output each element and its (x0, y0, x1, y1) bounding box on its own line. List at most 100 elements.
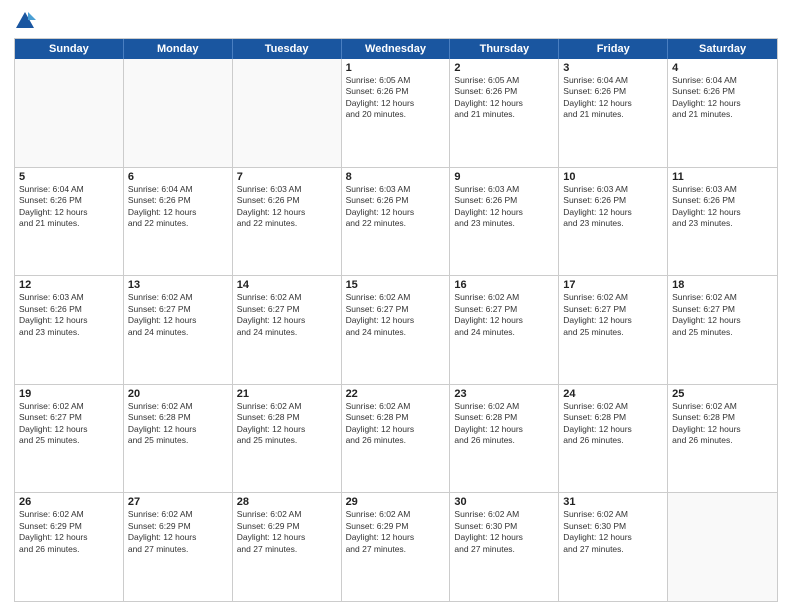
calendar-cell: 29Sunrise: 6:02 AM Sunset: 6:29 PM Dayli… (342, 493, 451, 601)
day-info: Sunrise: 6:02 AM Sunset: 6:27 PM Dayligh… (672, 292, 773, 338)
day-number: 5 (19, 171, 119, 183)
day-number: 1 (346, 62, 446, 74)
calendar-cell: 10Sunrise: 6:03 AM Sunset: 6:26 PM Dayli… (559, 168, 668, 276)
calendar-cell (15, 59, 124, 167)
calendar-cell: 6Sunrise: 6:04 AM Sunset: 6:26 PM Daylig… (124, 168, 233, 276)
day-number: 15 (346, 279, 446, 291)
calendar-cell: 7Sunrise: 6:03 AM Sunset: 6:26 PM Daylig… (233, 168, 342, 276)
calendar-cell: 12Sunrise: 6:03 AM Sunset: 6:26 PM Dayli… (15, 276, 124, 384)
weekday-header: Monday (124, 39, 233, 59)
day-number: 8 (346, 171, 446, 183)
day-info: Sunrise: 6:05 AM Sunset: 6:26 PM Dayligh… (454, 75, 554, 121)
calendar-cell: 14Sunrise: 6:02 AM Sunset: 6:27 PM Dayli… (233, 276, 342, 384)
calendar-cell: 15Sunrise: 6:02 AM Sunset: 6:27 PM Dayli… (342, 276, 451, 384)
day-number: 28 (237, 496, 337, 508)
day-number: 29 (346, 496, 446, 508)
day-info: Sunrise: 6:02 AM Sunset: 6:27 PM Dayligh… (237, 292, 337, 338)
day-number: 27 (128, 496, 228, 508)
calendar-cell: 30Sunrise: 6:02 AM Sunset: 6:30 PM Dayli… (450, 493, 559, 601)
day-number: 11 (672, 171, 773, 183)
weekday-header: Friday (559, 39, 668, 59)
calendar-row: 12Sunrise: 6:03 AM Sunset: 6:26 PM Dayli… (15, 276, 777, 385)
day-info: Sunrise: 6:02 AM Sunset: 6:29 PM Dayligh… (128, 509, 228, 555)
day-number: 22 (346, 388, 446, 400)
day-info: Sunrise: 6:02 AM Sunset: 6:28 PM Dayligh… (454, 401, 554, 447)
day-number: 30 (454, 496, 554, 508)
day-info: Sunrise: 6:02 AM Sunset: 6:29 PM Dayligh… (237, 509, 337, 555)
day-info: Sunrise: 6:02 AM Sunset: 6:27 PM Dayligh… (19, 401, 119, 447)
day-number: 24 (563, 388, 663, 400)
calendar-cell: 28Sunrise: 6:02 AM Sunset: 6:29 PM Dayli… (233, 493, 342, 601)
calendar-cell: 18Sunrise: 6:02 AM Sunset: 6:27 PM Dayli… (668, 276, 777, 384)
day-number: 4 (672, 62, 773, 74)
day-info: Sunrise: 6:03 AM Sunset: 6:26 PM Dayligh… (237, 184, 337, 230)
day-number: 25 (672, 388, 773, 400)
calendar-cell: 3Sunrise: 6:04 AM Sunset: 6:26 PM Daylig… (559, 59, 668, 167)
day-number: 13 (128, 279, 228, 291)
calendar-cell: 26Sunrise: 6:02 AM Sunset: 6:29 PM Dayli… (15, 493, 124, 601)
calendar-cell: 1Sunrise: 6:05 AM Sunset: 6:26 PM Daylig… (342, 59, 451, 167)
day-number: 12 (19, 279, 119, 291)
day-number: 7 (237, 171, 337, 183)
calendar: SundayMondayTuesdayWednesdayThursdayFrid… (14, 38, 778, 602)
day-number: 18 (672, 279, 773, 291)
calendar-cell: 21Sunrise: 6:02 AM Sunset: 6:28 PM Dayli… (233, 385, 342, 493)
day-number: 6 (128, 171, 228, 183)
calendar-cell (233, 59, 342, 167)
calendar-cell: 25Sunrise: 6:02 AM Sunset: 6:28 PM Dayli… (668, 385, 777, 493)
day-info: Sunrise: 6:04 AM Sunset: 6:26 PM Dayligh… (19, 184, 119, 230)
day-number: 14 (237, 279, 337, 291)
calendar-cell: 20Sunrise: 6:02 AM Sunset: 6:28 PM Dayli… (124, 385, 233, 493)
day-info: Sunrise: 6:02 AM Sunset: 6:30 PM Dayligh… (454, 509, 554, 555)
header (14, 10, 778, 32)
day-info: Sunrise: 6:02 AM Sunset: 6:27 PM Dayligh… (346, 292, 446, 338)
logo-icon (14, 10, 36, 32)
day-number: 17 (563, 279, 663, 291)
calendar-cell (668, 493, 777, 601)
day-info: Sunrise: 6:02 AM Sunset: 6:28 PM Dayligh… (563, 401, 663, 447)
day-number: 31 (563, 496, 663, 508)
day-info: Sunrise: 6:05 AM Sunset: 6:26 PM Dayligh… (346, 75, 446, 121)
calendar-header: SundayMondayTuesdayWednesdayThursdayFrid… (15, 39, 777, 59)
day-info: Sunrise: 6:02 AM Sunset: 6:27 PM Dayligh… (128, 292, 228, 338)
day-info: Sunrise: 6:02 AM Sunset: 6:28 PM Dayligh… (672, 401, 773, 447)
day-info: Sunrise: 6:03 AM Sunset: 6:26 PM Dayligh… (672, 184, 773, 230)
day-info: Sunrise: 6:04 AM Sunset: 6:26 PM Dayligh… (563, 75, 663, 121)
calendar-cell: 17Sunrise: 6:02 AM Sunset: 6:27 PM Dayli… (559, 276, 668, 384)
day-info: Sunrise: 6:02 AM Sunset: 6:30 PM Dayligh… (563, 509, 663, 555)
day-info: Sunrise: 6:02 AM Sunset: 6:27 PM Dayligh… (454, 292, 554, 338)
day-number: 9 (454, 171, 554, 183)
calendar-cell: 13Sunrise: 6:02 AM Sunset: 6:27 PM Dayli… (124, 276, 233, 384)
day-info: Sunrise: 6:02 AM Sunset: 6:28 PM Dayligh… (237, 401, 337, 447)
calendar-cell: 23Sunrise: 6:02 AM Sunset: 6:28 PM Dayli… (450, 385, 559, 493)
day-info: Sunrise: 6:03 AM Sunset: 6:26 PM Dayligh… (454, 184, 554, 230)
calendar-row: 19Sunrise: 6:02 AM Sunset: 6:27 PM Dayli… (15, 385, 777, 494)
day-info: Sunrise: 6:03 AM Sunset: 6:26 PM Dayligh… (563, 184, 663, 230)
calendar-row: 5Sunrise: 6:04 AM Sunset: 6:26 PM Daylig… (15, 168, 777, 277)
day-info: Sunrise: 6:03 AM Sunset: 6:26 PM Dayligh… (19, 292, 119, 338)
calendar-cell: 19Sunrise: 6:02 AM Sunset: 6:27 PM Dayli… (15, 385, 124, 493)
weekday-header: Thursday (450, 39, 559, 59)
day-number: 19 (19, 388, 119, 400)
day-number: 26 (19, 496, 119, 508)
day-info: Sunrise: 6:02 AM Sunset: 6:27 PM Dayligh… (563, 292, 663, 338)
page: SundayMondayTuesdayWednesdayThursdayFrid… (0, 0, 792, 612)
day-info: Sunrise: 6:03 AM Sunset: 6:26 PM Dayligh… (346, 184, 446, 230)
calendar-cell: 16Sunrise: 6:02 AM Sunset: 6:27 PM Dayli… (450, 276, 559, 384)
day-number: 10 (563, 171, 663, 183)
day-number: 2 (454, 62, 554, 74)
calendar-cell: 11Sunrise: 6:03 AM Sunset: 6:26 PM Dayli… (668, 168, 777, 276)
calendar-cell: 27Sunrise: 6:02 AM Sunset: 6:29 PM Dayli… (124, 493, 233, 601)
calendar-cell: 8Sunrise: 6:03 AM Sunset: 6:26 PM Daylig… (342, 168, 451, 276)
weekday-header: Saturday (668, 39, 777, 59)
day-number: 23 (454, 388, 554, 400)
day-number: 21 (237, 388, 337, 400)
calendar-cell: 31Sunrise: 6:02 AM Sunset: 6:30 PM Dayli… (559, 493, 668, 601)
calendar-row: 26 Sunrise: 6:02 AM Sunset: 6:29 PM Dayli… (15, 493, 777, 601)
day-info: Sunrise: 6:02 AM Sunset: 6:28 PM Dayligh… (346, 401, 446, 447)
day-info: Sunrise: 6:02 AM Sunset: 6:29 PM Dayligh… (346, 509, 446, 555)
weekday-header: Wednesday (342, 39, 451, 59)
weekday-header: Sunday (15, 39, 124, 59)
day-number: 20 (128, 388, 228, 400)
calendar-body: 1Sunrise: 6:05 AM Sunset: 6:26 PM Daylig… (15, 59, 777, 601)
